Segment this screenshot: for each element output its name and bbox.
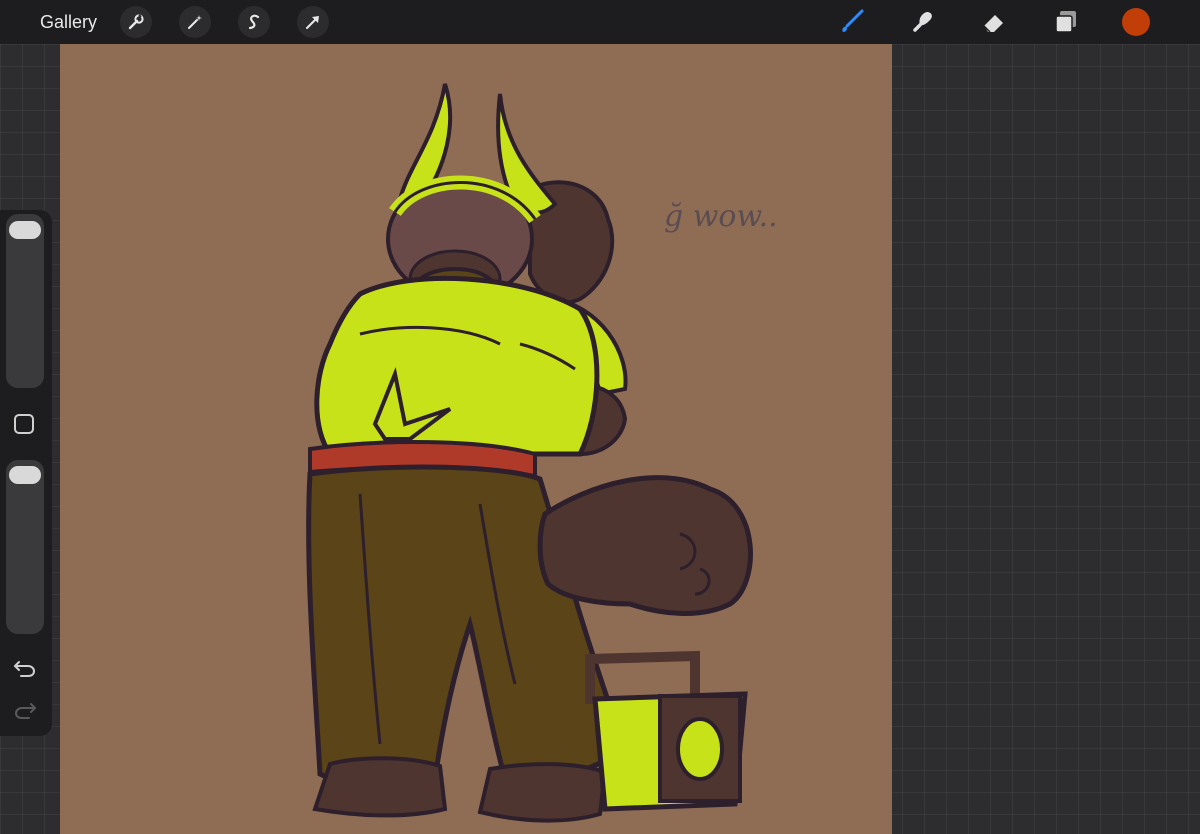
transform-button[interactable] xyxy=(297,6,329,38)
brush-size-thumb[interactable] xyxy=(9,221,41,239)
layers-tool[interactable] xyxy=(1050,6,1082,38)
smudge-tool[interactable] xyxy=(906,6,938,38)
color-swatch[interactable] xyxy=(1122,8,1150,36)
brush-icon xyxy=(842,9,864,32)
selection-button[interactable] xyxy=(238,6,270,38)
arrow-cursor-icon xyxy=(306,16,319,29)
eraser-icon xyxy=(983,15,1003,33)
brush-size-slider[interactable] xyxy=(6,214,44,388)
undo-button[interactable] xyxy=(12,656,38,680)
brush-tool[interactable] xyxy=(836,6,868,38)
left-sidebar xyxy=(0,210,52,736)
opacity-thumb[interactable] xyxy=(9,466,41,484)
gallery-button[interactable]: Gallery xyxy=(40,12,97,33)
shirt xyxy=(314,275,600,457)
drawing: ğ wow.. xyxy=(60,44,892,834)
actions-button[interactable] xyxy=(120,6,152,38)
adjustments-button[interactable] xyxy=(179,6,211,38)
top-toolbar: Gallery xyxy=(0,0,1200,44)
modify-button[interactable] xyxy=(14,414,34,434)
smudge-icon xyxy=(913,12,932,32)
selection-s-icon xyxy=(248,14,260,30)
magic-wand-icon xyxy=(188,15,202,29)
left-boot xyxy=(312,756,448,818)
wrench-icon xyxy=(128,14,144,30)
redo-icon xyxy=(14,703,36,719)
undo-icon xyxy=(14,661,36,677)
right-boot xyxy=(477,762,608,823)
redo-button[interactable] xyxy=(12,698,38,722)
canvas[interactable]: ğ wow.. xyxy=(60,44,892,834)
boombox-speaker xyxy=(676,717,724,781)
big-fist xyxy=(537,475,753,616)
opacity-slider[interactable] xyxy=(6,460,44,634)
sketch-note: ğ wow.. xyxy=(664,199,778,234)
eraser-tool[interactable] xyxy=(978,6,1010,38)
layers-icon xyxy=(1055,11,1076,33)
